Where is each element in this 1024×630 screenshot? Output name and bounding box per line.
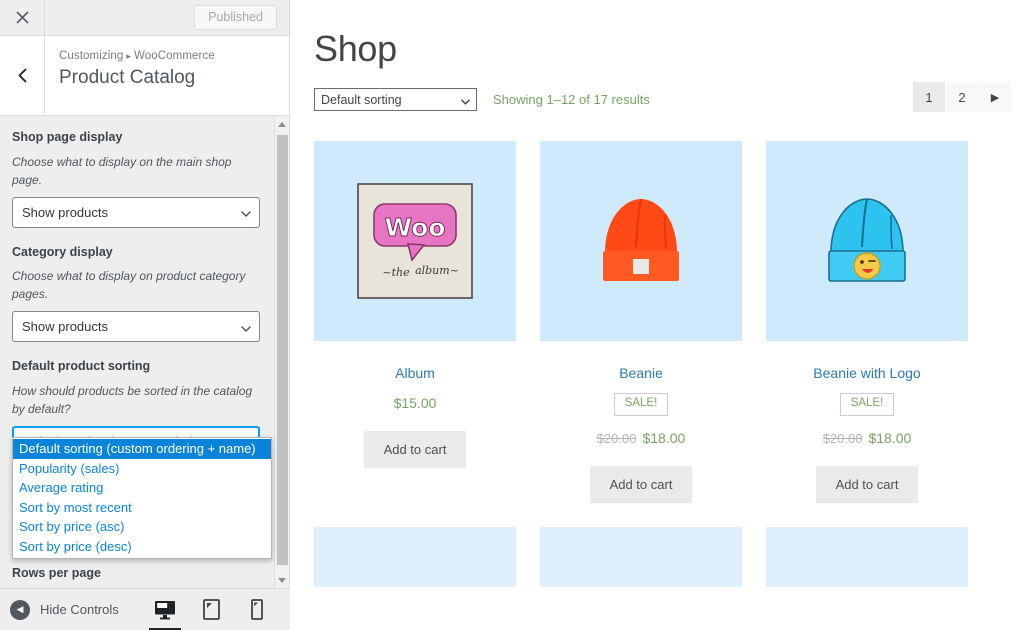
- published-button[interactable]: Published: [194, 4, 277, 31]
- sale-badge: SALE!: [839, 393, 895, 416]
- chevron-down-icon: [241, 322, 251, 332]
- product-card: Beanie with Logo SALE! $20.00 $18.00 Add …: [766, 141, 968, 503]
- scroll-down-arrow-icon[interactable]: [275, 573, 289, 588]
- chevron-left-icon[interactable]: [0, 36, 45, 115]
- breadcrumb: Customizing ▸ WooCommerce: [59, 50, 215, 62]
- customizer-topbar: Published: [0, 0, 289, 36]
- sale-price: $18.00: [642, 429, 686, 446]
- chevron-down-icon: [461, 95, 470, 105]
- add-to-cart-button[interactable]: Add to cart: [589, 465, 693, 503]
- tablet-preview-icon[interactable]: [198, 597, 224, 623]
- chevron-down-icon: [241, 207, 251, 218]
- sorting-option[interactable]: Sort by price (desc): [13, 537, 271, 557]
- sale-price: $18.00: [868, 429, 912, 446]
- control-label: Default product sorting: [12, 359, 151, 373]
- pagination-next-icon[interactable]: ▶: [979, 82, 1011, 112]
- scrollbar-thumb[interactable]: [277, 135, 288, 565]
- breadcrumb-root: Customizing: [59, 50, 124, 62]
- customizer-panel-header: Customizing ▸ WooCommerce Product Catalog: [0, 36, 289, 116]
- device-preview-group: [149, 597, 290, 630]
- mobile-preview-icon[interactable]: [244, 597, 270, 623]
- rows-per-page-label: Rows per page: [12, 566, 101, 580]
- breadcrumb-separator: ▸: [126, 51, 131, 61]
- product-title[interactable]: Beanie with Logo: [766, 365, 968, 381]
- product-card: Beanie SALE! $20.00 $18.00 Add to cart: [540, 141, 742, 503]
- product-card: Woo ~the album~ Album $15.00 Add to cart: [314, 141, 516, 503]
- category-display-select[interactable]: Show products: [12, 311, 260, 342]
- svg-text:Woo: Woo: [384, 213, 445, 242]
- blue-beanie-with-logo-image[interactable]: [766, 141, 968, 341]
- close-icon[interactable]: [0, 0, 45, 35]
- control-description: Choose what to display on product catego…: [12, 269, 246, 301]
- shop-toolbar: Default sorting Showing 1–12 of 17 resul…: [290, 70, 1024, 112]
- control-description: How should products be sorted in the cat…: [12, 383, 253, 416]
- control-description: Choose what to display on the main shop …: [12, 154, 232, 187]
- product-title[interactable]: Beanie: [540, 365, 742, 381]
- product-price: $20.00 $18.00: [540, 430, 742, 446]
- select-value: Show products: [22, 319, 108, 334]
- sorting-option[interactable]: Sort by price (asc): [13, 517, 271, 537]
- sorting-option[interactable]: Default sorting (custom ordering + name): [13, 439, 271, 459]
- svg-text:album~: album~: [415, 264, 459, 277]
- product-grid-row-2: [290, 503, 1024, 587]
- control-category-display: Category display Choose what to display …: [12, 244, 263, 342]
- desktop-preview-icon[interactable]: [149, 597, 181, 630]
- regular-price: $20.00: [596, 430, 637, 446]
- woo-album-artwork-image[interactable]: Woo ~the album~: [314, 141, 516, 341]
- product-price: $20.00 $18.00: [766, 430, 968, 446]
- result-count: Showing 1–12 of 17 results: [493, 92, 650, 107]
- product-image-partial[interactable]: [314, 526, 516, 587]
- sorting-options-dropdown[interactable]: Default sorting (custom ordering + name)…: [12, 437, 272, 559]
- scroll-up-arrow-icon[interactable]: [275, 117, 289, 132]
- hide-controls-label: Hide Controls: [40, 602, 119, 617]
- hide-controls-button[interactable]: ◀ Hide Controls: [0, 599, 119, 620]
- product-price: $15.00: [393, 395, 437, 411]
- pagination-page-2[interactable]: 2: [946, 82, 978, 112]
- sorting-option[interactable]: Average rating: [13, 478, 271, 498]
- sidebar-scrollbar[interactable]: [274, 117, 289, 588]
- add-to-cart-button[interactable]: Add to cart: [363, 431, 467, 468]
- customizer-sidebar: Published Customizing ▸ WooCommerce Produc…: [0, 0, 290, 630]
- orange-beanie-image[interactable]: [540, 141, 742, 341]
- shop-page-title: Shop: [314, 28, 397, 69]
- customizer-footer: ◀ Hide Controls: [0, 588, 290, 630]
- control-label: Shop page display: [12, 130, 123, 144]
- sale-badge: SALE!: [613, 393, 669, 416]
- panel-titles: Customizing ▸ WooCommerce Product Catalog: [45, 36, 215, 115]
- shop-sorting-select[interactable]: Default sorting: [314, 88, 477, 111]
- control-shop-page-display: Shop page display Choose what to display…: [12, 129, 263, 228]
- site-preview: Shop Default sorting Showing 1–12 of 17 …: [290, 0, 1024, 630]
- control-label: Category display: [12, 244, 113, 259]
- sorting-value: Default sorting: [321, 92, 402, 107]
- sorting-option[interactable]: Popularity (sales): [13, 459, 271, 479]
- page-title: Product Catalog: [59, 67, 196, 88]
- add-to-cart-button[interactable]: Add to cart: [815, 465, 919, 503]
- product-title[interactable]: Album: [314, 365, 516, 381]
- svg-text:~the: ~the: [382, 266, 410, 279]
- regular-price: $20.00: [822, 430, 863, 446]
- pagination: 1 2 ▶: [912, 82, 1011, 112]
- shop-page-display-select[interactable]: Show products: [12, 196, 260, 228]
- customizer-screen: Published Customizing ▸ WooCommerce Produc…: [0, 0, 1024, 630]
- pagination-page-1[interactable]: 1: [913, 82, 945, 112]
- breadcrumb-section: WooCommerce: [134, 50, 215, 62]
- product-image-partial[interactable]: [766, 526, 968, 587]
- sorting-option[interactable]: Sort by most recent: [13, 498, 271, 518]
- product-grid: Woo ~the album~ Album $15.00 Add to cart: [290, 111, 1024, 503]
- product-image-partial[interactable]: [540, 526, 742, 587]
- select-value: Show products: [22, 204, 108, 220]
- collapse-arrow-icon: ◀: [10, 599, 30, 620]
